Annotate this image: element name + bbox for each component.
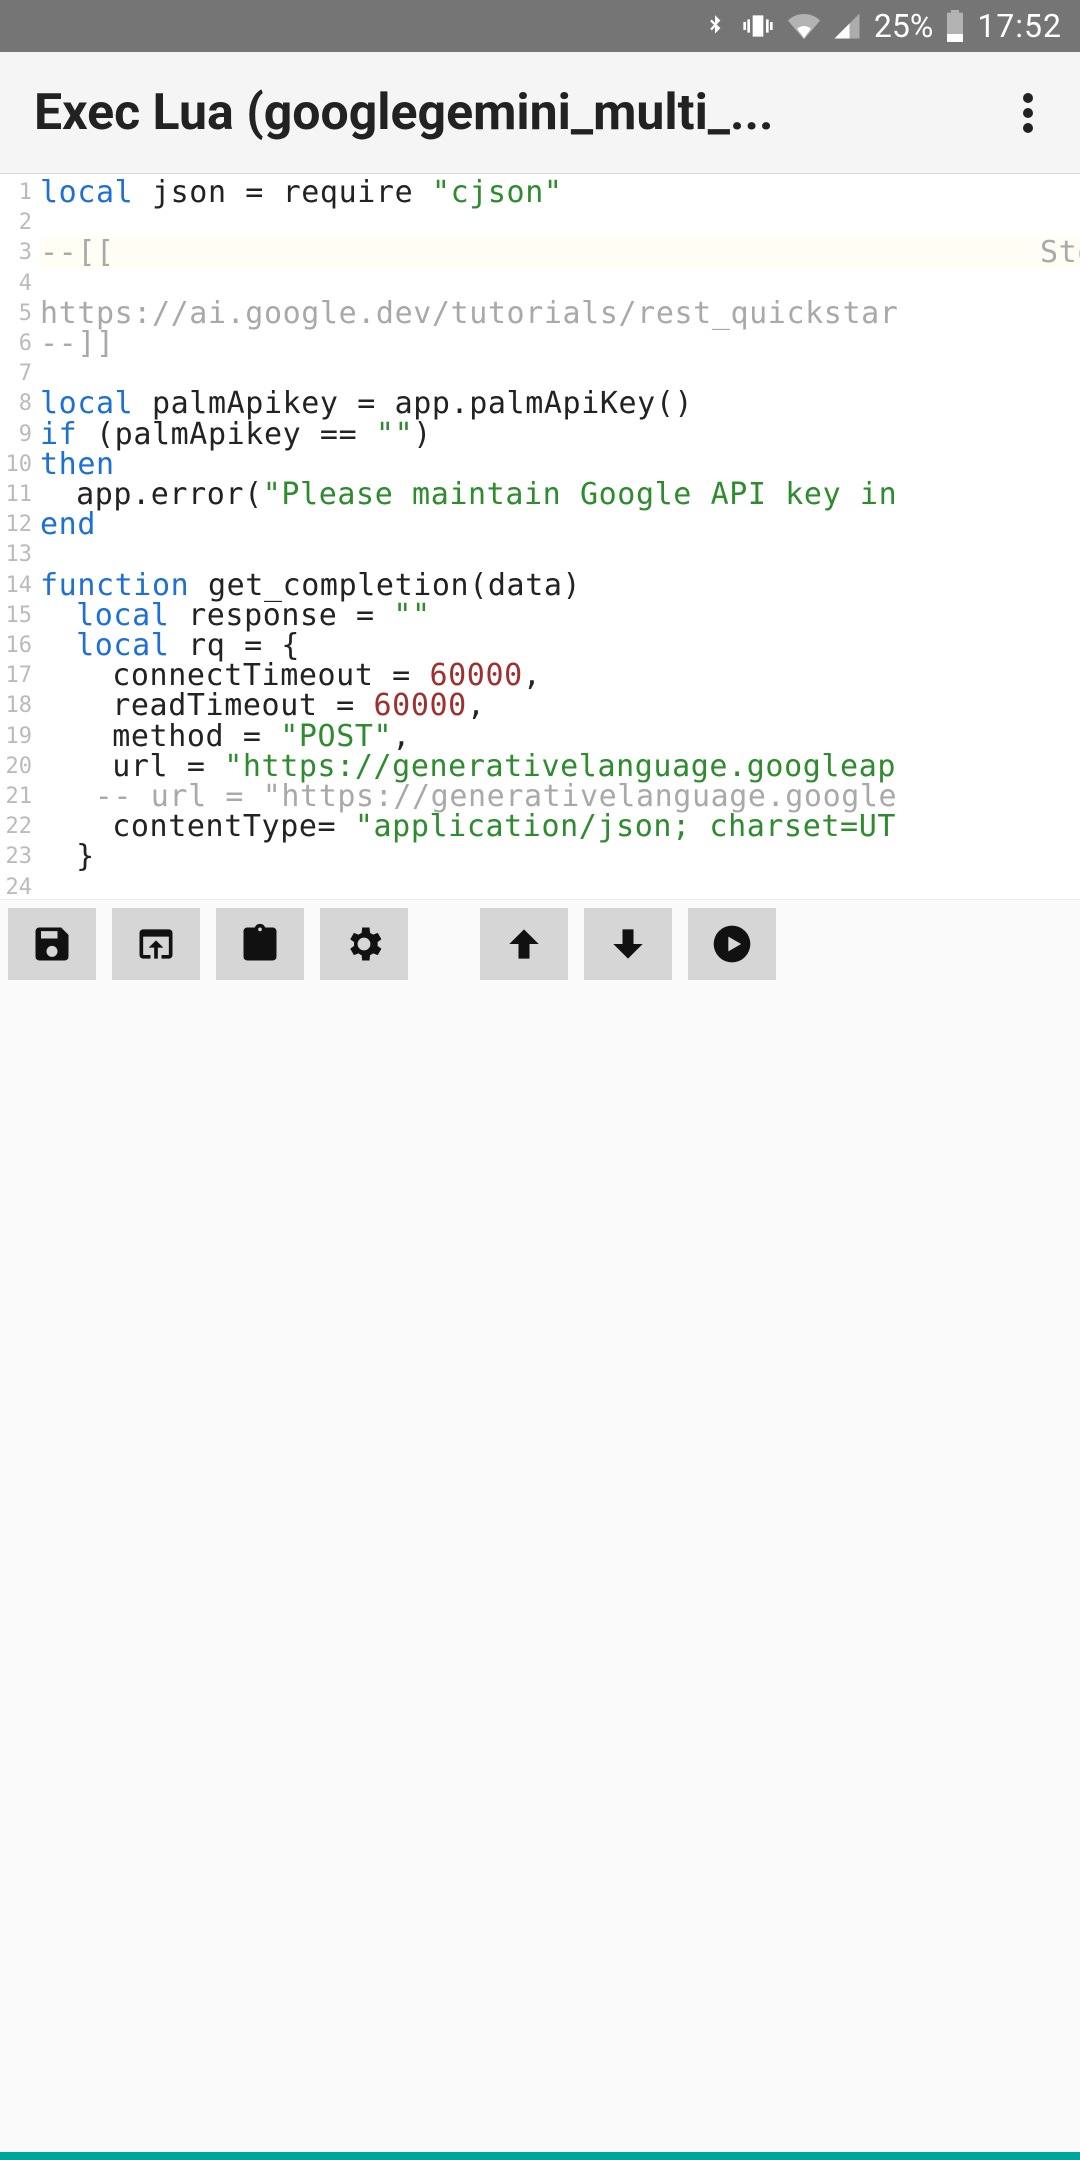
code-line[interactable]: method = "POST", xyxy=(40,722,1080,752)
line-number: 13 xyxy=(0,540,32,570)
run-button[interactable] xyxy=(688,908,776,980)
line-number: 18 xyxy=(0,691,32,721)
bottom-accent-bar xyxy=(0,2152,1080,2160)
code-line[interactable]: } xyxy=(40,842,1080,872)
line-number: 7 xyxy=(0,359,32,389)
line-number: 20 xyxy=(0,752,32,782)
code-line[interactable]: local rq = { xyxy=(40,631,1080,661)
battery-icon xyxy=(945,10,965,42)
line-number: 14 xyxy=(0,571,32,601)
wifi-icon xyxy=(788,10,820,42)
line-number: 9 xyxy=(0,420,32,450)
open-in-browser-icon xyxy=(134,922,178,966)
code-line[interactable]: if (palmApikey == "") xyxy=(40,420,1080,450)
app-bar: Exec Lua (googlegemini_multi_... xyxy=(0,52,1080,174)
code-line[interactable]: local palmApikey = app.palmApiKey() xyxy=(40,389,1080,419)
play-circle-icon xyxy=(710,922,754,966)
line-number: 10 xyxy=(0,450,32,480)
code-line[interactable]: end xyxy=(40,510,1080,540)
code-line[interactable]: Store API key in Preferences "Google" AP… xyxy=(1040,238,1080,268)
code-line[interactable] xyxy=(40,359,1080,389)
line-number: 4 xyxy=(0,269,32,299)
gear-icon xyxy=(342,922,386,966)
line-number: 23 xyxy=(0,842,32,872)
settings-button[interactable] xyxy=(320,908,408,980)
open-button[interactable] xyxy=(112,908,200,980)
down-button[interactable] xyxy=(584,908,672,980)
line-number: 3 xyxy=(0,238,32,268)
line-number: 5 xyxy=(0,299,32,329)
code-line[interactable]: url = "https://generativelanguage.google… xyxy=(40,752,1080,782)
battery-text: 25% xyxy=(874,7,933,45)
code-line[interactable]: contentType= "application/json; charset=… xyxy=(40,812,1080,842)
vibrate-icon xyxy=(740,10,776,42)
arrow-up-icon xyxy=(502,922,546,966)
line-number: 24 xyxy=(0,873,32,900)
code-line[interactable]: then xyxy=(40,450,1080,480)
line-number: 17 xyxy=(0,661,32,691)
code-content[interactable]: local json = require "cjson" --[[Store A… xyxy=(40,174,1080,899)
toolbar-spacer xyxy=(424,908,464,980)
code-line[interactable]: local response = "" xyxy=(40,601,1080,631)
code-line[interactable]: readTimeout = 60000, xyxy=(40,691,1080,721)
paste-button[interactable] xyxy=(216,908,304,980)
clock: 17:52 xyxy=(977,7,1062,45)
page-title: Exec Lua (googlegemini_multi_... xyxy=(34,84,774,142)
code-line[interactable] xyxy=(40,540,1080,570)
save-icon xyxy=(30,922,74,966)
bluetooth-icon xyxy=(702,10,728,42)
arrow-down-icon xyxy=(606,922,650,966)
code-line[interactable]: function get_completion(data) xyxy=(40,571,1080,601)
code-line[interactable]: connectTimeout = 60000, xyxy=(40,661,1080,691)
code-line[interactable] xyxy=(40,269,1080,299)
line-number: 8 xyxy=(0,389,32,419)
save-button[interactable] xyxy=(8,908,96,980)
line-number: 6 xyxy=(0,329,32,359)
line-number: 2 xyxy=(0,208,32,238)
status-bar: 25% 17:52 xyxy=(0,0,1080,52)
code-line[interactable]: --]] xyxy=(40,329,1080,359)
code-line[interactable]: https://ai.google.dev/tutorials/rest_qui… xyxy=(40,299,1080,329)
code-editor[interactable]: 123456789101112131415161718192021222324 … xyxy=(0,174,1080,900)
line-number: 22 xyxy=(0,812,32,842)
code-line[interactable]: --[[ xyxy=(40,238,1040,268)
code-line[interactable]: -- url = "https://generativelanguage.goo… xyxy=(40,782,1080,812)
signal-icon xyxy=(832,11,862,41)
overflow-menu-button[interactable] xyxy=(998,83,1058,143)
line-number: 11 xyxy=(0,480,32,510)
line-number: 16 xyxy=(0,631,32,661)
code-line[interactable]: app.error("Please maintain Google API ke… xyxy=(40,480,1080,510)
line-number: 15 xyxy=(0,601,32,631)
line-number: 21 xyxy=(0,782,32,812)
more-vert-icon xyxy=(1023,91,1033,135)
line-number: 1 xyxy=(0,178,32,208)
line-number: 19 xyxy=(0,722,32,752)
up-button[interactable] xyxy=(480,908,568,980)
editor-toolbar xyxy=(0,900,1080,988)
line-gutter: 123456789101112131415161718192021222324 xyxy=(0,174,40,899)
line-number: 12 xyxy=(0,510,32,540)
paste-icon xyxy=(238,922,282,966)
code-line[interactable]: local json = require "cjson" xyxy=(40,178,1080,208)
code-line[interactable] xyxy=(40,208,1080,238)
